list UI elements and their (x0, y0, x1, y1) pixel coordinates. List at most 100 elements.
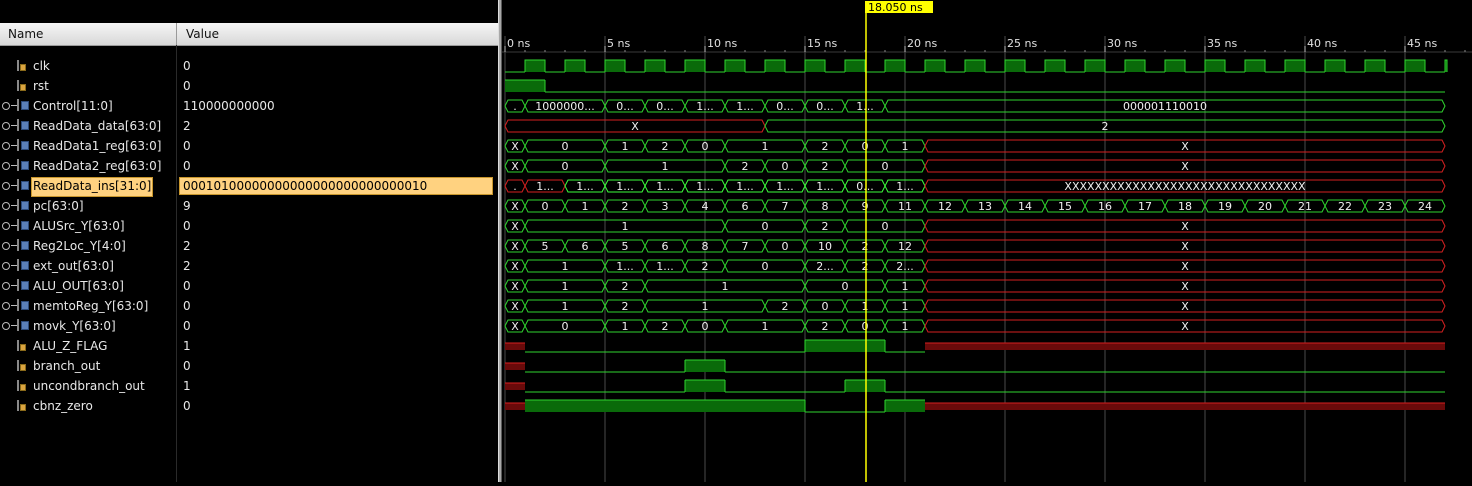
logic-signal-icon (17, 380, 26, 391)
bus-value-label: 1... (616, 180, 634, 193)
signal-name[interactable]: pc[63:0] (33, 196, 84, 216)
signal-row[interactable]: ReadData1_reg[63:0] 0 (0, 136, 498, 156)
bus-value-label: 18 (1178, 200, 1192, 213)
expand-toggle-icon[interactable] (2, 162, 17, 170)
expand-toggle-icon[interactable] (2, 102, 17, 110)
value-column-header[interactable]: Value (186, 23, 219, 45)
bus-value-label: 7 (782, 200, 789, 213)
bus-value-label: X (511, 240, 519, 253)
time-tick-label: 10 ns (707, 37, 737, 50)
expand-toggle-icon[interactable] (2, 122, 17, 130)
logic-high-fill (685, 380, 725, 392)
signal-row[interactable]: pc[63:0] 9 (0, 196, 498, 216)
bus-value-label: 12 (898, 240, 912, 253)
signal-name[interactable]: movk_Y[63:0] (33, 316, 116, 336)
bus-value-label: X (511, 280, 519, 293)
signal-value: 9 (183, 199, 191, 213)
time-tick-label: 40 ns (1307, 37, 1337, 50)
expand-toggle-icon[interactable] (2, 302, 17, 310)
signal-name[interactable]: ALUSrc_Y[63:0] (33, 216, 125, 236)
signal-name[interactable]: ALU_Z_FLAG (33, 336, 107, 356)
signal-row[interactable]: cbnz_zero 0 (0, 396, 498, 416)
signal-value: 110000000000 (183, 99, 275, 113)
expand-toggle-icon[interactable] (2, 262, 17, 270)
signal-name[interactable]: clk (33, 56, 50, 76)
bus-value-label: 8 (822, 200, 829, 213)
signal-row[interactable]: uncondbranch_out 1 (0, 376, 498, 396)
signal-row[interactable]: ReadData_data[63:0] 2 (0, 116, 498, 136)
clk-high-fill (565, 60, 585, 72)
signal-name[interactable]: ALU_OUT[63:0] (33, 276, 124, 296)
bus-value-label: 2 (822, 220, 829, 233)
bus-value-label: 1... (576, 180, 594, 193)
column-separator[interactable] (176, 23, 177, 45)
signal-name[interactable]: ReadData1_reg[63:0] (33, 136, 161, 156)
bus-value-label: 1000000... (535, 100, 594, 113)
expand-toggle-icon[interactable] (2, 142, 17, 150)
time-tick-label: 20 ns (907, 37, 937, 50)
clk-high-fill (1205, 60, 1225, 72)
bus-value-label: 17 (1138, 200, 1152, 213)
signal-row[interactable]: clk 0 (0, 56, 498, 76)
signal-name[interactable]: cbnz_zero (33, 396, 93, 416)
bus-value-label: 0 (562, 320, 569, 333)
bus-value-label: 1... (816, 180, 834, 193)
bus-value-label: XXXXXXXXXXXXXXXXXXXXXXXXXXXXXXXX (1064, 180, 1306, 193)
signal-row[interactable]: ReadData2_reg[63:0] 0 (0, 156, 498, 176)
signal-name[interactable]: Control[11:0] (33, 96, 113, 116)
bus-signal-icon (17, 119, 30, 131)
signal-name[interactable]: uncondbranch_out (33, 376, 145, 396)
expand-toggle-icon[interactable] (2, 322, 17, 330)
signal-name[interactable]: branch_out (33, 356, 100, 376)
bus-value-label: 2 (622, 280, 629, 293)
bus-value-label: 0 (882, 220, 889, 233)
waveform-canvas[interactable]: 0 ns 5 ns 10 ns 15 ns 20 ns 25 ns 30 ns 35 ns 40… (502, 0, 1472, 482)
signal-row[interactable]: Reg2Loc_Y[4:0] 2 (0, 236, 498, 256)
signal-row[interactable]: memtoReg_Y[63:0] 0 (0, 296, 498, 316)
bus-value-label: 2 (822, 160, 829, 173)
signal-row[interactable]: branch_out 0 (0, 356, 498, 376)
bus-value-label: 11 (898, 200, 912, 213)
bus-value-label: 13 (978, 200, 992, 213)
bus-value-label: X (631, 120, 639, 133)
bus-value-label: 1 (582, 200, 589, 213)
expand-toggle-icon[interactable] (2, 282, 17, 290)
signal-name[interactable]: ext_out[63:0] (33, 256, 114, 276)
waveform-panel[interactable]: 0 ns 5 ns 10 ns 15 ns 20 ns 25 ns 30 ns 35 ns 40… (502, 0, 1472, 482)
signal-name[interactable]: rst (33, 76, 49, 96)
bus-value-label: 12 (938, 200, 952, 213)
signal-row[interactable]: ext_out[63:0] 2 (0, 256, 498, 276)
bus-signal-icon (17, 219, 30, 231)
bus-value-label: X (1181, 160, 1189, 173)
bus-value-label: 1 (662, 160, 669, 173)
bus-signal-icon (17, 99, 30, 111)
expand-toggle-icon[interactable] (2, 202, 17, 210)
signal-row[interactable]: ALU_OUT[63:0] 0 (0, 276, 498, 296)
expand-toggle-icon[interactable] (2, 182, 17, 190)
signal-row[interactable]: ReadData_ins[31:0] 0001010000000000000000… (0, 176, 498, 197)
bus-value-label: 22 (1338, 200, 1352, 213)
signal-row[interactable]: ALUSrc_Y[63:0] 0 (0, 216, 498, 236)
signal-row[interactable]: rst 0 (0, 76, 498, 96)
bus-value-label: 1 (622, 220, 629, 233)
logic-signal-icon (17, 60, 26, 71)
bus-value-label: 6 (582, 240, 589, 253)
bus-value-label: 1 (902, 300, 909, 313)
signal-name[interactable]: ReadData2_reg[63:0] (33, 156, 161, 176)
bus-value-label: 0... (856, 180, 874, 193)
signal-row[interactable]: ALU_Z_FLAG 1 (0, 336, 498, 356)
signal-name[interactable]: ReadData_data[63:0] (33, 116, 161, 136)
signal-row[interactable]: Control[11:0] 110000000000 (0, 96, 498, 116)
signal-name[interactable]: ReadData_ins[31:0] (31, 177, 154, 197)
clk-high-fill (845, 60, 865, 72)
signal-name[interactable]: Reg2Loc_Y[4:0] (33, 236, 126, 256)
expand-toggle-icon[interactable] (2, 222, 17, 230)
name-column-header[interactable]: Name (8, 23, 43, 45)
bus-value-label: 14 (1018, 200, 1032, 213)
bus-value-label: 19 (1218, 200, 1232, 213)
signal-row[interactable]: movk_Y[63:0] 0 (0, 316, 498, 336)
signal-value: 2 (183, 239, 191, 253)
expand-toggle-icon[interactable] (2, 242, 17, 250)
bus-value-label: X (511, 200, 519, 213)
signal-name[interactable]: memtoReg_Y[63:0] (33, 296, 148, 316)
